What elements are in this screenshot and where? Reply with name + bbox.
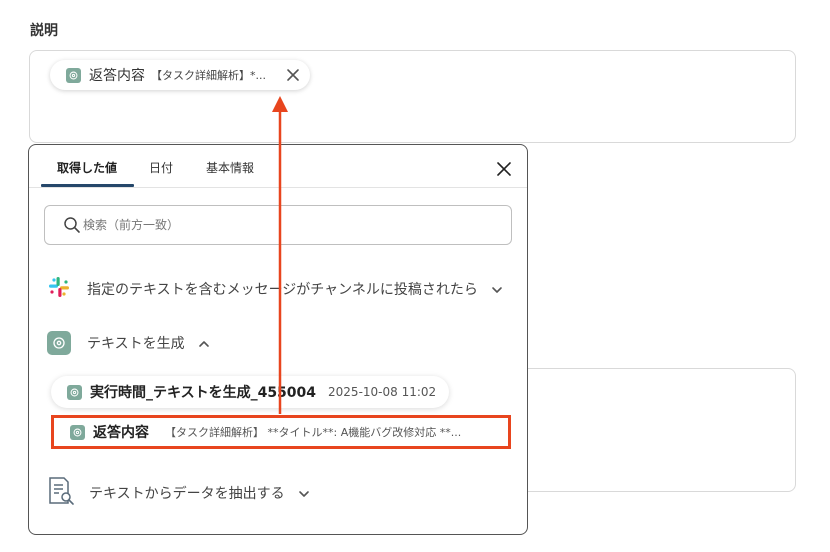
- item-title: 実行時間_テキストを生成_455004: [90, 385, 317, 401]
- chip-close-icon[interactable]: [284, 66, 302, 84]
- tab-date[interactable]: 日付: [149, 159, 173, 176]
- openai-icon: [66, 67, 81, 83]
- panel-close-icon[interactable]: [495, 160, 513, 178]
- item-value: 【タスク詳細解析】 **タイトル**: A機能バグ改修対応 **...: [165, 426, 462, 439]
- search-box: [44, 205, 512, 245]
- item-value: 2025-10-08 11:02: [328, 385, 437, 399]
- section-title: 指定のテキストを含むメッセージがチャンネルに投稿されたら: [87, 282, 478, 298]
- list-item-response-content[interactable]: 返答内容 【タスク詳細解析】 **タイトル**: A機能バグ改修対応 **...: [51, 415, 511, 449]
- chevron-down-icon[interactable]: [297, 486, 311, 500]
- chip-title: 返答内容: [89, 68, 145, 84]
- tab-bar: 取得した値 日付 基本情報: [29, 145, 527, 188]
- section-title: テキストを生成: [87, 336, 185, 352]
- openai-icon: [67, 384, 82, 400]
- section-title: テキストからデータを抽出する: [89, 486, 285, 502]
- chevron-down-icon[interactable]: [490, 282, 504, 296]
- tab-basic-info[interactable]: 基本情報: [206, 159, 254, 176]
- slack-icon: [47, 275, 71, 303]
- item-title: 返答内容: [93, 425, 149, 441]
- section-text-generation[interactable]: テキストを生成: [47, 329, 211, 357]
- description-field-label: 説明: [30, 23, 58, 39]
- search-input[interactable]: [83, 214, 493, 236]
- tab-acquired-values[interactable]: 取得した値: [57, 159, 117, 176]
- chevron-up-icon[interactable]: [197, 336, 211, 350]
- value-picker-panel: 取得した値 日付 基本情報 指定のテキストを含むメッセージがチ: [28, 144, 528, 535]
- openai-icon: [47, 331, 71, 355]
- search-icon: [63, 216, 81, 234]
- document-search-icon: [47, 476, 75, 510]
- section-data-extraction[interactable]: テキストからデータを抽出する: [47, 476, 311, 510]
- active-tab-indicator: [41, 184, 134, 187]
- section-slack-trigger[interactable]: 指定のテキストを含むメッセージがチャンネルに投稿されたら: [47, 275, 504, 303]
- openai-icon: [70, 424, 85, 440]
- chip-preview: 【タスク詳細解析】*...: [151, 69, 266, 82]
- inserted-value-chip[interactable]: 返答内容 【タスク詳細解析】*...: [50, 60, 310, 90]
- list-item-execution-time[interactable]: 実行時間_テキストを生成_455004 2025-10-08 11:02: [51, 376, 449, 408]
